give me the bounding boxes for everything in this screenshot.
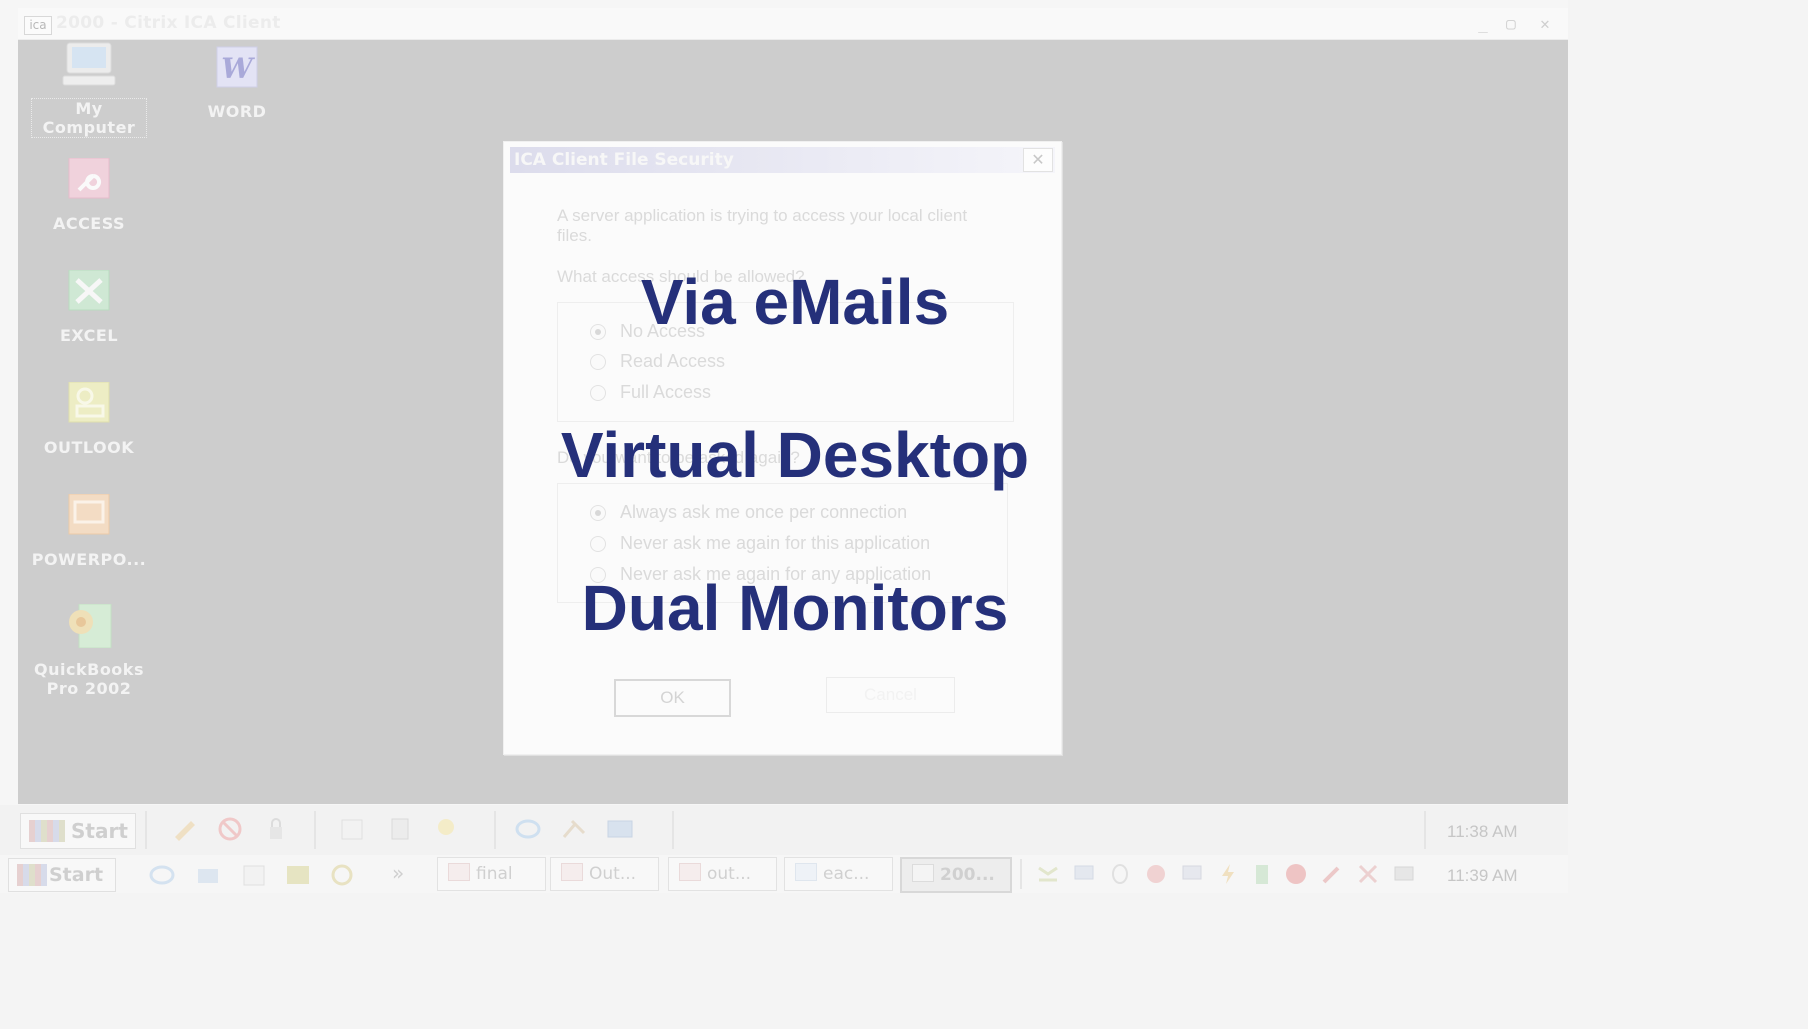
dialog-close-button[interactable]: ✕ xyxy=(1023,148,1053,172)
taskbar-button-out-2[interactable]: out... xyxy=(668,857,777,891)
desktop-icon-access[interactable]: ACCESS xyxy=(24,157,154,233)
notepad-icon[interactable] xyxy=(240,863,268,887)
desktop-icon-my-computer[interactable]: My Computer xyxy=(24,42,154,138)
task-label: out... xyxy=(707,864,752,884)
remote-taskbar: Start 11:38 AM xyxy=(0,805,1568,855)
internet-explorer-icon xyxy=(795,863,817,881)
ica-client-icon xyxy=(912,864,934,882)
battery-icon[interactable] xyxy=(1250,862,1274,886)
taskbar-divider xyxy=(145,811,147,849)
citrix-window-titlebar[interactable]: ica 2000 - Citrix ICA Client _ ▢ ✕ xyxy=(18,8,1568,40)
taskbar-divider xyxy=(494,811,496,849)
task-label: final xyxy=(476,864,513,884)
powerpoint-icon xyxy=(68,493,110,535)
minimize-button[interactable]: _ xyxy=(1472,14,1494,34)
taskbar-divider xyxy=(1424,811,1426,849)
start-label: Start xyxy=(49,864,104,886)
taskbar-button-eac[interactable]: eac... xyxy=(784,857,893,891)
taskbar-button-out-1[interactable]: Out... xyxy=(550,857,659,891)
lightbulb-icon[interactable] xyxy=(432,817,460,841)
task-label: Out... xyxy=(589,864,637,884)
radio-label: Always ask me once per connection xyxy=(620,502,908,522)
quick-launch-chevron[interactable]: » xyxy=(392,861,404,885)
paint-tray-icon[interactable] xyxy=(1320,862,1344,886)
overlay-text-dual-monitors: Dual Monitors xyxy=(581,572,1009,644)
overlay-text-virtual-desktop: Virtual Desktop xyxy=(560,419,1030,491)
dialog-message: A server application is trying to access… xyxy=(557,206,968,245)
overlay-text-emails: Via eMails xyxy=(640,266,950,338)
desktop-icon-word[interactable]: W WORD xyxy=(172,46,302,121)
access-icon xyxy=(68,157,110,199)
mouse-icon[interactable] xyxy=(1108,862,1132,886)
internet-explorer-icon[interactable] xyxy=(148,863,176,887)
taskbar-button-200[interactable]: 200... xyxy=(900,857,1012,893)
outlook-icon xyxy=(68,381,110,423)
powerpoint-icon xyxy=(448,863,470,881)
screen-icon[interactable] xyxy=(606,817,634,841)
media-player-icon[interactable] xyxy=(328,863,356,887)
monitor-tray-icon[interactable] xyxy=(1180,862,1204,886)
ok-button[interactable]: OK xyxy=(614,679,731,717)
lightning-icon[interactable] xyxy=(1216,862,1240,886)
internet-explorer-icon[interactable] xyxy=(514,817,542,841)
powerpoint-icon xyxy=(679,863,701,881)
calculator-icon[interactable] xyxy=(386,817,414,841)
local-clock: 11:39 AM xyxy=(1447,866,1518,885)
security-tray-icon[interactable] xyxy=(1144,862,1168,886)
desktop-icon-label: POWERPO... xyxy=(31,550,147,569)
pencil-tool-icon[interactable] xyxy=(171,817,199,841)
my-computer-icon xyxy=(62,42,116,86)
dialog-titlebar[interactable]: ICA Client File Security xyxy=(510,147,1055,173)
radio-indicator xyxy=(590,385,606,401)
windows-logo-icon xyxy=(17,864,47,886)
svg-text:W: W xyxy=(221,52,255,85)
word-icon: W xyxy=(216,46,258,88)
remote-clock: 11:38 AM xyxy=(1447,822,1518,841)
screen: ica 2000 - Citrix ICA Client _ ▢ ✕ My Co… xyxy=(0,0,1568,893)
desktop-icon-label: QuickBooks Pro 2002 xyxy=(34,660,144,698)
windows-logo-icon xyxy=(29,820,65,842)
radio-label: Never ask me again for this application xyxy=(620,533,931,553)
radio-label: Read Access xyxy=(620,351,726,371)
local-start-button[interactable]: Start xyxy=(8,858,116,892)
desktop-icon-label: ACCESS xyxy=(52,214,126,233)
radio-label: Full Access xyxy=(620,382,712,402)
local-taskbar: Start » final Out... out... eac... 200..… xyxy=(0,855,1568,893)
powerpoint-icon xyxy=(561,863,583,881)
lock-icon[interactable] xyxy=(262,817,290,841)
close-window-button[interactable]: ✕ xyxy=(1534,14,1556,34)
antivirus-icon[interactable] xyxy=(1284,862,1308,886)
remote-start-button[interactable]: Start xyxy=(20,813,136,849)
outlook-express-icon[interactable] xyxy=(194,863,222,887)
notepad-icon[interactable] xyxy=(338,817,366,841)
tools-tray-icon[interactable] xyxy=(1356,862,1380,886)
taskbar-divider xyxy=(1020,859,1022,889)
desktop-icon-powerpoint[interactable]: POWERPO... xyxy=(24,493,154,569)
task-label: 200... xyxy=(940,865,995,885)
display-tray-icon[interactable] xyxy=(1392,862,1416,886)
task-label: eac... xyxy=(823,864,870,884)
radio-indicator xyxy=(590,354,606,370)
start-label: Start xyxy=(71,819,128,843)
desktop-icon-label: My Computer xyxy=(31,98,147,138)
window-title: 2000 - Citrix ICA Client xyxy=(56,13,281,33)
no-entry-icon[interactable] xyxy=(216,817,244,841)
dialog-title: ICA Client File Security xyxy=(514,150,734,170)
cancel-button[interactable]: Cancel xyxy=(826,677,955,713)
maximize-button[interactable]: ▢ xyxy=(1500,14,1522,34)
taskbar-divider xyxy=(672,811,674,849)
radio-selected-indicator xyxy=(590,505,606,521)
paint-icon[interactable] xyxy=(284,863,312,887)
computer-tray-icon[interactable] xyxy=(1072,862,1096,886)
tools-icon[interactable] xyxy=(560,817,588,841)
network-icon[interactable] xyxy=(1036,862,1060,886)
ica-client-icon: ica xyxy=(24,16,52,35)
radio-indicator xyxy=(590,536,606,552)
taskbar-button-final[interactable]: final xyxy=(437,857,546,891)
desktop-icon-label: WORD xyxy=(207,102,267,121)
taskbar-divider xyxy=(314,811,316,849)
